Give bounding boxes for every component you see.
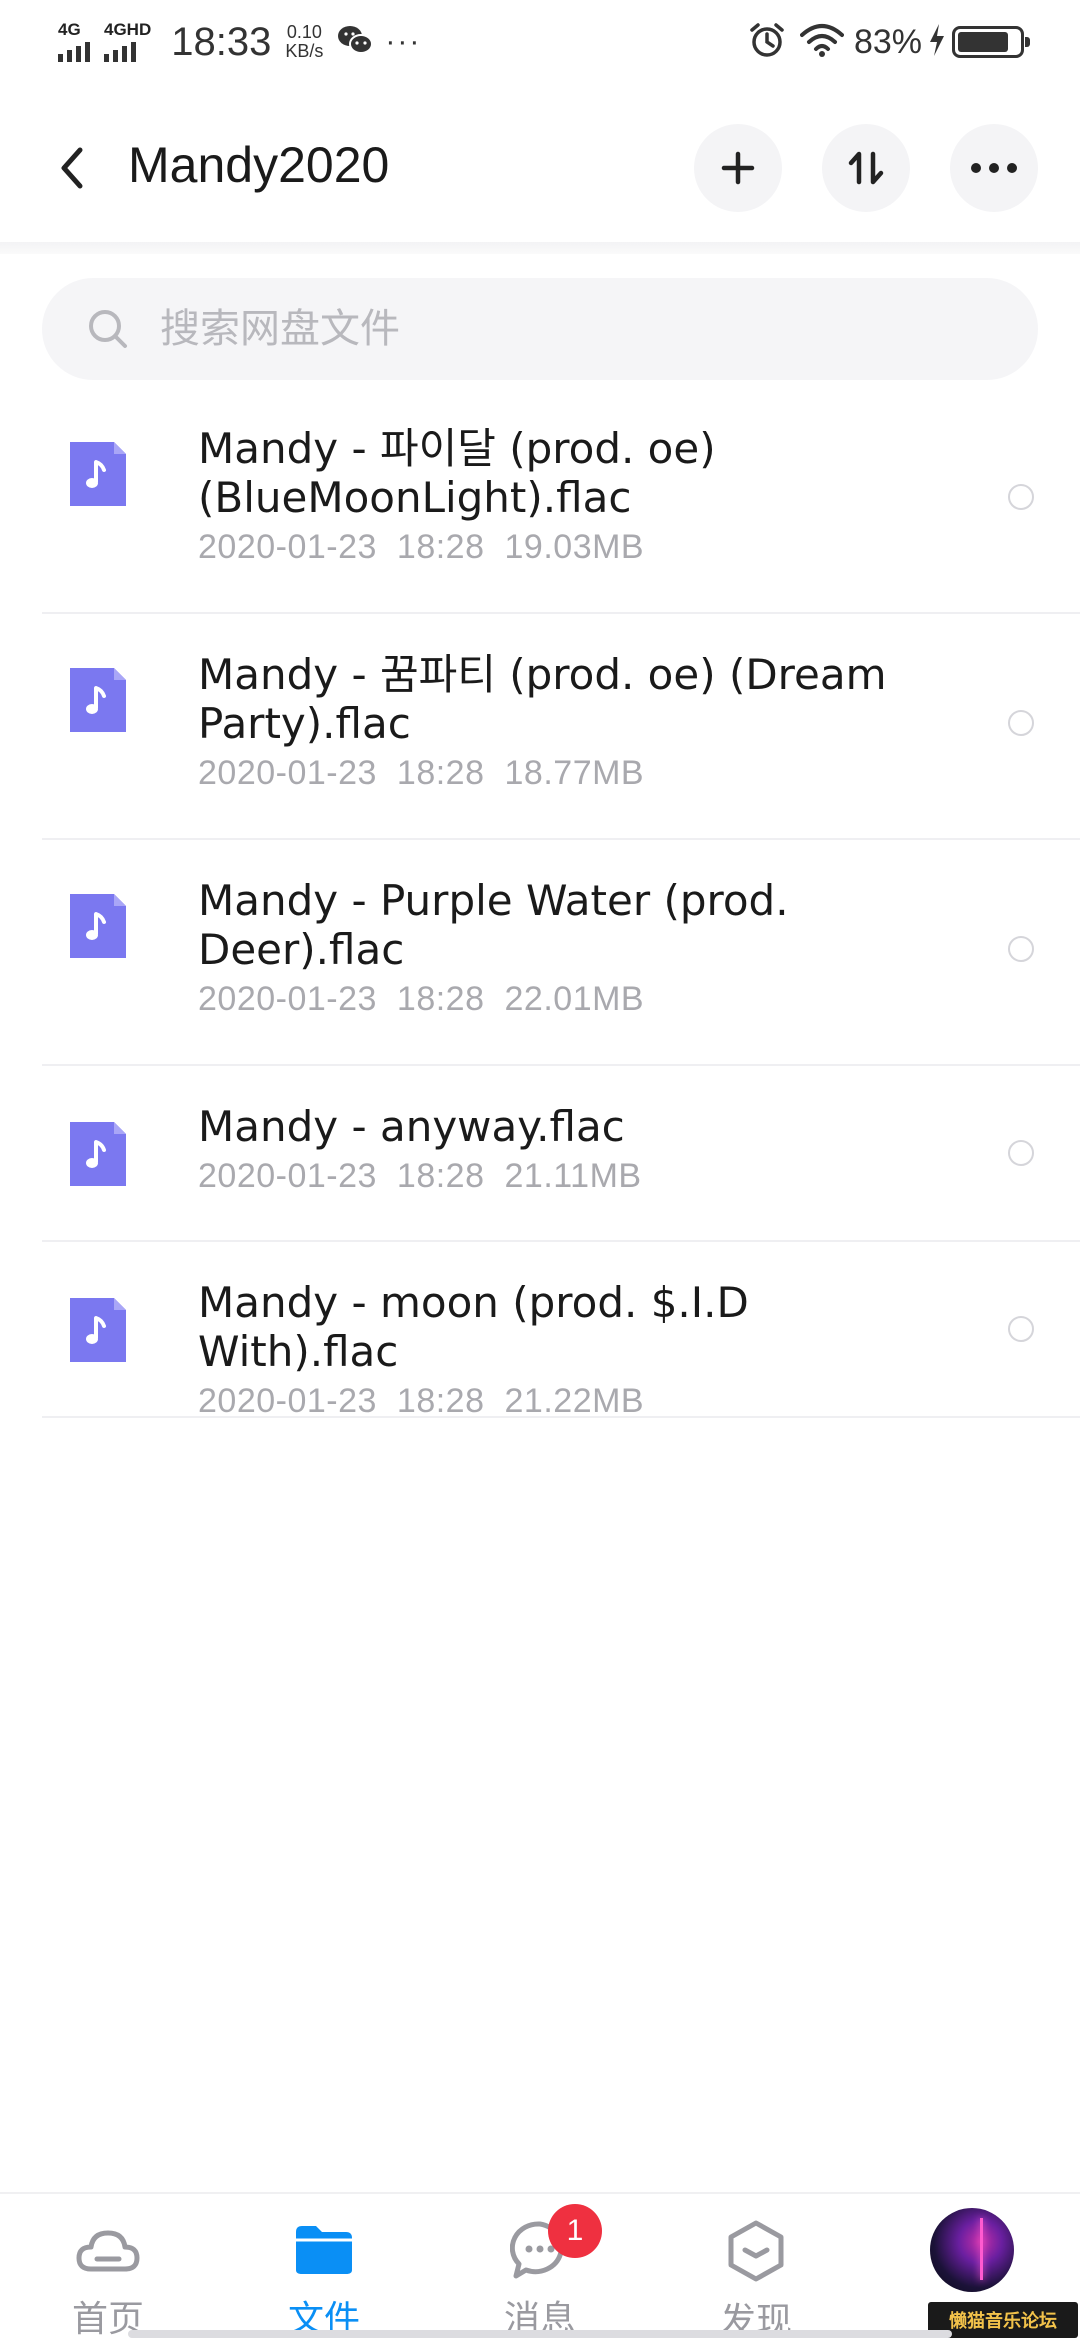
network-speed: 0.10 KB/s	[285, 23, 323, 61]
file-size: 18.77MB	[504, 754, 645, 792]
page-title: Mandy2020	[128, 137, 390, 193]
nav-item-discover[interactable]: 发现	[648, 2194, 864, 2342]
folder-icon	[288, 2220, 360, 2280]
music-file-icon	[70, 1298, 126, 1362]
file-list: Mandy - 파이달 (prod. oe) (BlueMoonLight).f…	[0, 388, 1080, 1421]
file-text: Mandy - moon (prod. $.I.D With).flac 202…	[198, 1278, 960, 1421]
more-dots-icon	[971, 163, 1017, 173]
file-row[interactable]: Mandy - moon (prod. $.I.D With).flac 202…	[0, 1242, 1080, 1421]
file-name: Mandy - anyway.flac	[198, 1102, 625, 1151]
file-meta: 2020-01-23 18:28 21.22MB	[198, 1382, 960, 1421]
transfer-arrows-icon	[848, 151, 884, 185]
file-text: Mandy - 파이달 (prod. oe) (BlueMoonLight).f…	[198, 424, 960, 567]
file-text: Mandy - anyway.flac 2020-01-23 18:28 21.11…	[198, 1102, 960, 1196]
status-bar: 4G 4GHD 18:33 0.10 KB/s ··· 83%	[0, 0, 1080, 84]
select-radio[interactable]	[1008, 936, 1034, 962]
status-right: 83%	[748, 21, 1030, 64]
speed-unit: KB/s	[285, 41, 324, 61]
add-button[interactable]	[694, 124, 782, 212]
discover-icon	[720, 2220, 792, 2282]
file-time: 18:28	[396, 528, 485, 566]
header-divider	[0, 242, 1080, 254]
music-file-icon	[70, 442, 126, 506]
file-row[interactable]: Mandy - 꿈파티 (prod. oe) (Dream Party).fla…	[0, 614, 1080, 840]
select-radio[interactable]	[1008, 484, 1034, 510]
transfer-button[interactable]	[822, 124, 910, 212]
wifi-icon	[799, 23, 844, 62]
file-meta: 2020-01-23 18:28 22.01MB	[198, 980, 960, 1019]
file-date: 2020-01-23	[198, 980, 377, 1018]
chevron-left-icon	[61, 147, 83, 189]
file-date: 2020-01-23	[198, 1382, 377, 1420]
home-indicator[interactable]	[128, 2330, 952, 2338]
music-file-icon	[70, 668, 126, 732]
cloud-icon	[72, 2220, 144, 2280]
select-radio[interactable]	[1008, 1140, 1034, 1166]
more-notifications-icon: ···	[385, 25, 422, 58]
file-date: 2020-01-23	[198, 528, 377, 566]
signal-bars-icon	[58, 42, 90, 62]
file-size: 22.01MB	[504, 980, 645, 1018]
search-icon	[89, 310, 127, 348]
nav-item-home[interactable]: 首页	[0, 2194, 216, 2342]
file-time: 18:28	[396, 980, 485, 1018]
battery-icon	[952, 26, 1030, 58]
header: Mandy2020	[0, 118, 1080, 218]
file-row[interactable]: Mandy - Purple Water (prod. Deer).flac 2…	[0, 840, 1080, 1066]
clock: 18:33	[171, 19, 272, 64]
network-type-1: 4G	[58, 20, 81, 39]
file-name: Mandy - 파이달 (prod. oe) (BlueMoonLight).f…	[198, 424, 716, 522]
file-name: Mandy - moon (prod. $.I.D With).flac	[198, 1278, 749, 1376]
alarm-icon	[748, 21, 786, 64]
file-meta: 2020-01-23 18:28 21.11MB	[198, 1157, 960, 1196]
battery-level	[958, 32, 1008, 52]
file-date: 2020-01-23	[198, 754, 377, 792]
status-left: 4G 4GHD 18:33 0.10 KB/s ···	[58, 20, 421, 65]
signal-bars-icon	[104, 42, 136, 62]
file-row[interactable]: Mandy - anyway.flac 2020-01-23 18:28 21.11…	[0, 1066, 1080, 1242]
file-size: 19.03MB	[504, 528, 645, 566]
file-time: 18:28	[396, 1382, 485, 1420]
network-type-2: 4GHD	[104, 20, 152, 39]
message-badge: 1	[548, 2204, 602, 2258]
file-meta: 2020-01-23 18:28 19.03MB	[198, 528, 960, 567]
wechat-icon	[337, 24, 374, 61]
file-text: Mandy - Purple Water (prod. Deer).flac 2…	[198, 876, 960, 1019]
more-button[interactable]	[950, 124, 1038, 212]
file-name: Mandy - 꿈파티 (prod. oe) (Dream Party).fla…	[198, 650, 887, 748]
file-meta: 2020-01-23 18:28 18.77MB	[198, 754, 960, 793]
music-file-icon	[70, 1122, 126, 1186]
select-radio[interactable]	[1008, 710, 1034, 736]
battery-percent: 83%	[853, 22, 922, 61]
speed-value: 0.10	[286, 22, 322, 42]
signal-1: 4G	[58, 20, 90, 62]
file-text: Mandy - 꿈파티 (prod. oe) (Dream Party).fla…	[198, 650, 960, 793]
charging-icon	[928, 23, 946, 61]
search-input[interactable]	[158, 305, 978, 353]
file-row[interactable]: Mandy - 파이달 (prod. oe) (BlueMoonLight).f…	[0, 388, 1080, 614]
file-size: 21.22MB	[504, 1382, 645, 1420]
search-bar[interactable]	[42, 278, 1038, 380]
avatar[interactable]	[930, 2208, 1014, 2292]
file-size: 21.11MB	[504, 1157, 642, 1195]
plus-icon	[721, 151, 755, 185]
signal-2: 4GHD	[104, 20, 152, 62]
file-time: 18:28	[396, 1157, 485, 1195]
back-button[interactable]	[44, 140, 100, 196]
file-date: 2020-01-23	[198, 1157, 377, 1195]
message-icon: 1	[504, 2204, 602, 2280]
file-name: Mandy - Purple Water (prod. Deer).flac	[198, 876, 789, 974]
nav-item-messages[interactable]: 1 消息	[432, 2194, 648, 2342]
bottom-nav: 首页 文件 1 消息 发现	[0, 2192, 1080, 2342]
select-radio[interactable]	[1008, 1316, 1034, 1342]
file-time: 18:28	[396, 754, 485, 792]
nav-item-files[interactable]: 文件	[216, 2194, 432, 2342]
music-file-icon	[70, 894, 126, 958]
